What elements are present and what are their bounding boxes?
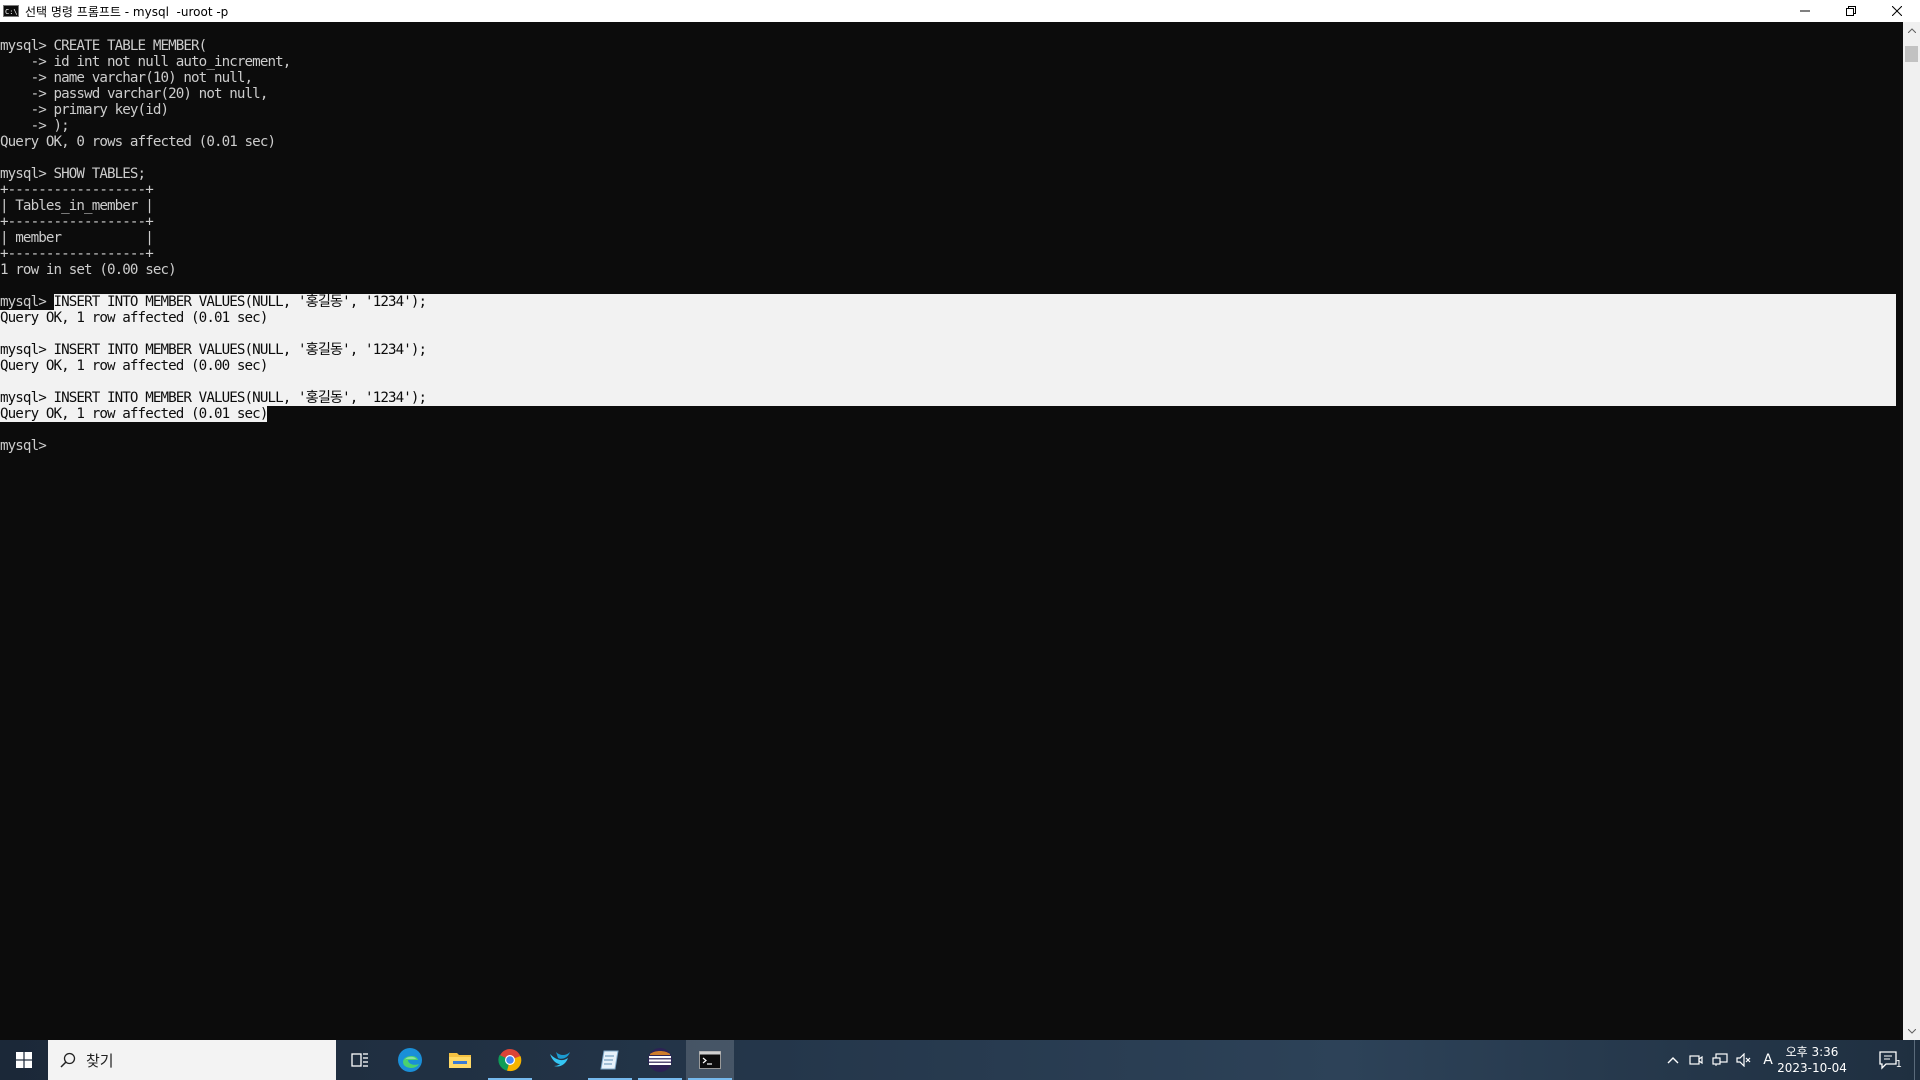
chevron-up-icon	[1667, 1057, 1679, 1064]
terminal-line	[0, 374, 1896, 390]
clock-time: 오후 3:36	[1785, 1045, 1839, 1059]
terminal-icon	[699, 1051, 721, 1069]
terminal-line: -> );	[0, 118, 70, 134]
task-view-button[interactable]	[336, 1040, 384, 1080]
taskbar-app-eclipse[interactable]	[636, 1040, 684, 1080]
terminal-line: mysql> CREATE TABLE MEMBER(	[0, 38, 207, 54]
minimize-icon	[1800, 10, 1810, 12]
tray-volume-icon[interactable]	[1736, 1052, 1752, 1068]
taskbar-app-swift[interactable]	[536, 1040, 584, 1080]
windows-logo-icon	[16, 1052, 32, 1068]
terminal-line-selected-part: Query OK, 1 row affected (0.01 sec)	[0, 406, 268, 422]
tray-meet-icon[interactable]	[1688, 1052, 1704, 1068]
minimize-button[interactable]	[1782, 0, 1828, 22]
terminal-line: Query OK, 1 row affected (0.01 sec)	[0, 406, 1900, 422]
taskbar-app-chrome[interactable]	[486, 1040, 534, 1080]
terminal-line-selected-part: INSERT INTO MEMBER VALUES(NULL, '홍길동', '…	[53, 294, 428, 310]
restore-button[interactable]	[1828, 0, 1874, 22]
terminal-line: mysql> INSERT INTO MEMBER VALUES(NULL, '…	[0, 342, 1896, 358]
restore-icon	[1846, 6, 1856, 16]
taskbar-clock[interactable]: 오후 3:36 2023-10-04	[1772, 1044, 1852, 1076]
bird-app-icon	[550, 1052, 570, 1067]
scroll-down-arrow[interactable]	[1903, 1023, 1920, 1040]
terminal-output[interactable]: mysql> CREATE TABLE MEMBER( -> id int no…	[0, 38, 1900, 1038]
terminal-line: -> name varchar(10) not null,	[0, 70, 254, 86]
taskbar-app-notepad[interactable]	[586, 1040, 634, 1080]
clock-date: 2023-10-04	[1777, 1061, 1847, 1075]
tray-network-icon[interactable]	[1712, 1052, 1728, 1068]
close-button[interactable]	[1874, 0, 1920, 22]
terminal-line: mysql> SHOW TABLES;	[0, 166, 146, 182]
system-tray: A 오후 3:36 2023-10-04 1	[1660, 1040, 1920, 1080]
notification-count-badge: 1	[1895, 1059, 1902, 1070]
search-placeholder: 찾기	[86, 1051, 114, 1070]
chevron-down-icon	[1907, 1029, 1916, 1034]
terminal-line: -> primary key(id)	[0, 102, 169, 118]
close-icon	[1892, 6, 1902, 16]
taskbar-app-edge[interactable]	[386, 1040, 434, 1080]
vertical-scrollbar[interactable]	[1903, 22, 1920, 1040]
terminal-line	[0, 326, 1896, 342]
taskbar-app-command-prompt[interactable]	[686, 1040, 734, 1080]
show-desktop-button[interactable]	[1914, 1040, 1920, 1080]
terminal-line-unselected-part: mysql>	[0, 294, 54, 310]
action-center-button[interactable]: 1	[1878, 1050, 1902, 1070]
notepad-icon	[600, 1050, 619, 1070]
terminal-line: | member |	[0, 230, 154, 246]
terminal-line: Query OK, 0 rows affected (0.01 sec)	[0, 134, 276, 150]
eclipse-ide-icon	[648, 1048, 672, 1072]
terminal-line: Query OK, 1 row affected (0.00 sec)	[0, 358, 1896, 374]
taskbar: 찾기 A 오후 3:36 2023-10-04 1	[0, 1040, 1920, 1080]
chrome-browser-icon	[498, 1049, 522, 1072]
show-hidden-icons-button[interactable]	[1665, 1052, 1681, 1068]
scroll-thumb[interactable]	[1905, 46, 1918, 62]
terminal-line: mysql> INSERT INTO MEMBER VALUES(NULL, '…	[0, 390, 1896, 406]
title-bar[interactable]: C:\ 선택 명령 프롬프트 - mysql -uroot -p	[0, 0, 1920, 22]
terminal-line: | Tables_in_member |	[0, 198, 154, 214]
terminal-line: +------------------+	[0, 182, 154, 198]
window-title: 선택 명령 프롬프트 - mysql -uroot -p	[25, 4, 229, 19]
terminal-line: Query OK, 1 row affected (0.01 sec)	[0, 310, 1896, 326]
network-icon	[1712, 1053, 1728, 1066]
speaker-muted-icon	[1736, 1053, 1751, 1067]
camera-icon	[1689, 1055, 1703, 1065]
terminal-line: -> id int not null auto_increment,	[0, 54, 292, 70]
cmd-window-icon[interactable]: C:\	[3, 5, 19, 17]
terminal-line: mysql> INSERT INTO MEMBER VALUES(NULL, '…	[0, 294, 1896, 310]
terminal-line: mysql>	[0, 438, 47, 454]
terminal-line: -> passwd varchar(20) not null,	[0, 86, 269, 102]
start-button[interactable]	[0, 1040, 48, 1080]
taskbar-app-file-explorer[interactable]	[436, 1040, 484, 1080]
command-prompt-window: C:\ 선택 명령 프롬프트 - mysql -uroot -p mysql> …	[0, 0, 1920, 1040]
terminal-line: +------------------+	[0, 246, 154, 262]
taskbar-search-box[interactable]: 찾기	[48, 1040, 336, 1080]
folder-icon	[449, 1053, 471, 1068]
terminal-line: +------------------+	[0, 214, 154, 230]
task-view-icon	[351, 1053, 368, 1067]
terminal-line: 1 row in set (0.00 sec)	[0, 262, 177, 278]
edge-browser-icon	[398, 1048, 422, 1072]
search-icon	[60, 1052, 76, 1068]
chevron-up-icon	[1907, 28, 1916, 33]
scroll-up-arrow[interactable]	[1903, 22, 1920, 39]
